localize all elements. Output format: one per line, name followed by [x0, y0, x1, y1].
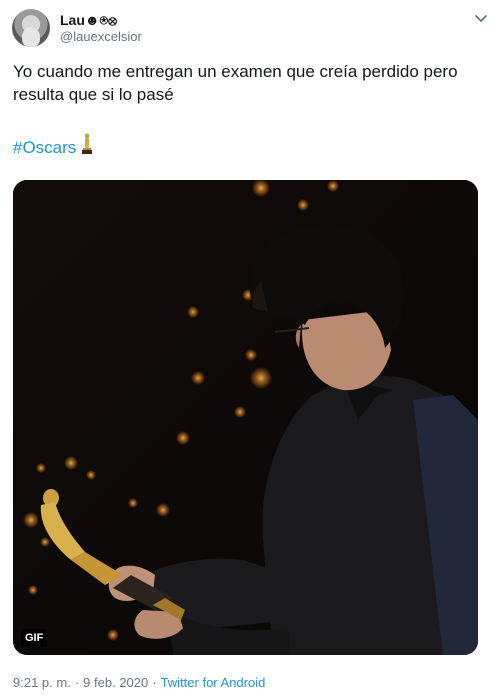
- author-display-name[interactable]: Lau☻⍟⊗: [60, 11, 142, 29]
- chevron-down-icon[interactable]: [473, 10, 489, 26]
- gif-media[interactable]: GIF: [13, 180, 478, 655]
- meta-separator: ·: [152, 675, 157, 690]
- hashtag-link[interactable]: #Oscars: [13, 136, 76, 160]
- tweet-date[interactable]: 9 feb. 2020: [83, 675, 148, 691]
- tweet-source[interactable]: Twitter for Android: [161, 675, 266, 691]
- tweet-time[interactable]: 9:21 p. m.: [13, 675, 71, 691]
- avatar[interactable]: [12, 9, 50, 47]
- trophy-icon: [80, 133, 94, 162]
- author-names: Lau☻⍟⊗ @lauexcelsior: [60, 11, 142, 45]
- tweet-meta: 9:21 p. m. · 9 feb. 2020 · Twitter for A…: [13, 675, 265, 691]
- hashtag-line: #Oscars: [13, 133, 94, 162]
- tweet-header: Lau☻⍟⊗ @lauexcelsior: [12, 8, 142, 48]
- author-handle[interactable]: @lauexcelsior: [60, 29, 142, 45]
- gif-frame: [13, 180, 478, 655]
- tweet-text: Yo cuando me entregan un examen que creí…: [13, 62, 458, 104]
- gif-badge: GIF: [21, 629, 48, 647]
- tweet-card[interactable]: Lau☻⍟⊗ @lauexcelsior Yo cuando me entreg…: [0, 0, 499, 700]
- meta-separator: ·: [74, 675, 80, 690]
